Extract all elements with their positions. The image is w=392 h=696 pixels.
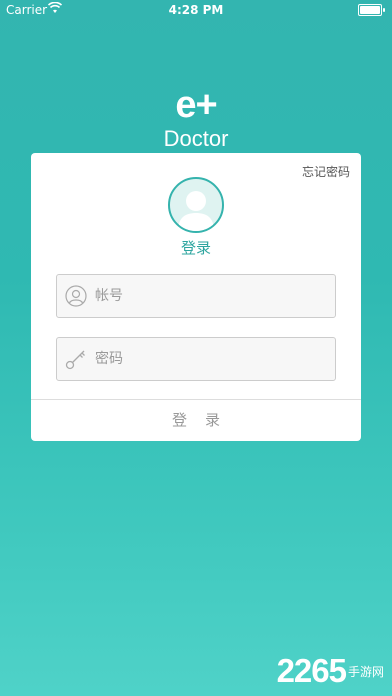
status-time: 4:28 PM xyxy=(168,3,224,17)
login-title: 登录 xyxy=(180,239,211,257)
watermark-logo: 2265 手游网 xyxy=(276,652,384,689)
key-icon xyxy=(65,350,85,370)
login-card: 忘记密码 登录 登录 xyxy=(31,153,361,441)
password-input[interactable] xyxy=(93,338,327,380)
password-field[interactable] xyxy=(56,337,336,381)
forgot-password-link[interactable]: 忘记密码 xyxy=(302,163,350,180)
login-button[interactable]: 登录 xyxy=(31,400,361,441)
watermark-text: 手游网 xyxy=(347,664,384,679)
battery-icon xyxy=(358,4,385,16)
username-field[interactable] xyxy=(56,274,336,318)
status-bar: Carrier 4:28 PM xyxy=(0,0,392,20)
logo-mark: e+ xyxy=(175,84,217,126)
user-icon xyxy=(65,285,87,307)
watermark-number: 2265 xyxy=(276,652,347,689)
avatar-icon xyxy=(168,177,224,233)
logo-subtitle: Doctor xyxy=(163,126,229,151)
username-input[interactable] xyxy=(93,275,327,317)
app-logo: e+ Doctor xyxy=(0,86,392,152)
